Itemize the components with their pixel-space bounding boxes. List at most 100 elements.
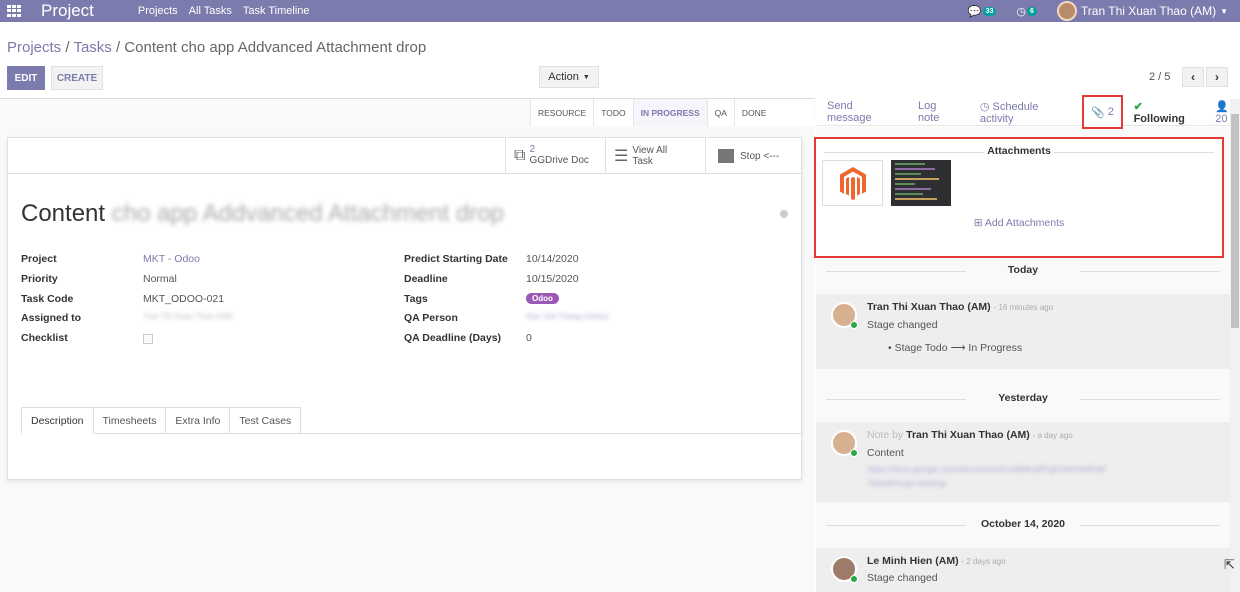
menu-task-timeline[interactable]: Task Timeline (243, 5, 310, 17)
chevron-right-icon: › (1215, 70, 1219, 84)
attachment-count-button[interactable]: 📎 2 (1082, 95, 1123, 129)
tag-badge[interactable]: Odoo (526, 293, 559, 304)
chatter-topbar: Send message Log note ◷ Schedule activit… (816, 99, 1240, 126)
stage-qa[interactable]: QA (706, 99, 734, 126)
attachments-box: Attachments ⊞ Add Attachments (814, 137, 1224, 258)
menu-all-tasks[interactable]: All Tasks (189, 5, 232, 17)
user-avatar[interactable] (1056, 1, 1077, 21)
schedule-activity-button[interactable]: ◷ Schedule activity (980, 100, 1071, 125)
message-link[interactable]: https://docs.google.com/document/d/1a8b9… (867, 464, 1106, 474)
view-all-label: View All (632, 145, 668, 156)
breadcrumb: Projects / Tasks / Content cho app Addva… (7, 39, 426, 56)
field-label-deadline: Deadline (404, 273, 448, 285)
stage-todo[interactable]: TODO (593, 99, 632, 126)
field-value-assigned-to[interactable]: Tran Thi Xuan Thao (AM) (143, 312, 233, 321)
magento-logo-icon (839, 167, 866, 200)
field-label-tags: Tags (404, 293, 428, 305)
message-body: Stage changed (867, 319, 938, 331)
schedule-activity-label: Schedule activity (979, 100, 1039, 125)
date-separator-october-14: October 14, 2020 (816, 518, 1230, 530)
bullet-icon: • (888, 342, 892, 354)
app-name[interactable]: Project (41, 1, 94, 21)
attachment-count: 2 (1107, 106, 1114, 118)
tab-test-cases[interactable]: Test Cases (230, 407, 302, 434)
field-value-project[interactable]: MKT - Odoo (143, 253, 200, 265)
gdrive-count: 2 (529, 144, 535, 155)
field-value-predict-start: 10/14/2020 (526, 253, 579, 265)
author-name[interactable]: Tran Thi Xuan Thao (AM) (867, 301, 991, 313)
scrollbar-thumb[interactable] (1231, 114, 1239, 328)
notebook-tabs: Description Timesheets Extra Info Test C… (21, 407, 803, 434)
user-icon: 👤 (1215, 100, 1229, 113)
attachment-thumbnail-code[interactable] (891, 160, 951, 206)
attachment-thumbnail-magento[interactable] (822, 160, 883, 206)
field-value-deadline: 10/15/2020 (526, 273, 579, 285)
field-label-assigned-to: Assigned to (21, 312, 82, 324)
task-title: Content cho app Addvanced Attachment dro… (21, 200, 504, 228)
stop-icon (718, 149, 734, 163)
copy-icon: ⧉ (514, 147, 526, 164)
user-name[interactable]: Tran Thi Xuan Thao (AM) (1081, 4, 1216, 18)
activities-button[interactable]: ◷ 6 (1016, 5, 1037, 18)
field-label-task-code: Task Code (21, 293, 74, 305)
date-separator-yesterday: Yesterday (816, 392, 1230, 404)
add-attachments-button[interactable]: ⊞ Add Attachments (816, 217, 1222, 229)
date-separator-today: Today (816, 264, 1230, 276)
stage-in-progress[interactable]: IN PROGRESS (632, 99, 707, 126)
breadcrumb-current: Content cho app Addvanced Attachment dro… (124, 39, 427, 56)
chatter-message: Note by Tran Thi Xuan Thao (AM) - a day … (816, 422, 1230, 502)
caret-down-icon: ▼ (582, 73, 590, 81)
note-by-label: Note by (867, 429, 904, 441)
top-navbar: Project Projects All Tasks Task Timeline… (0, 0, 1240, 22)
pager-value[interactable]: 2 / 5 (1149, 71, 1170, 83)
app-menu-icon[interactable] (7, 5, 21, 17)
message-body: Stage changed (867, 572, 938, 584)
author-name[interactable]: Tran Thi Xuan Thao (AM) (906, 429, 1030, 441)
message-date: - 16 minutes ago (993, 303, 1054, 312)
gdrive-doc-button[interactable]: ⧉ 2 GGDrive Doc (505, 138, 605, 174)
clock-icon: ◷ (1016, 5, 1026, 18)
activities-count-badge: 6 (1027, 6, 1037, 16)
message-link-continued[interactable]: 7tk/edit?usp=sharing (867, 478, 946, 488)
checklist-checkbox[interactable] (143, 334, 153, 344)
field-label-project: Project (21, 253, 57, 265)
online-status-icon (850, 321, 858, 329)
chatter-message: Le Minh Hien (AM) - 2 days ago Stage cha… (816, 548, 1230, 592)
create-button[interactable]: CREATE (51, 66, 103, 90)
kanban-state-icon[interactable] (780, 210, 788, 218)
field-label-checklist: Checklist (21, 332, 68, 344)
edit-button[interactable]: EDIT (7, 66, 45, 90)
check-icon: ✔ (1133, 100, 1143, 113)
tab-description[interactable]: Description (21, 407, 94, 434)
menu-projects[interactable]: Projects (138, 5, 178, 17)
message-author: Tran Thi Xuan Thao (AM) - 16 minutes ago (867, 301, 1053, 313)
tab-extra-info[interactable]: Extra Info (166, 407, 231, 434)
stop-label: Stop <--- (740, 150, 780, 162)
breadcrumb-tasks[interactable]: Tasks (73, 39, 111, 56)
field-label-priority: Priority (21, 273, 58, 285)
tab-timesheets[interactable]: Timesheets (93, 407, 167, 434)
plus-square-icon: ⊞ (973, 217, 983, 229)
log-note-button[interactable]: Log note (918, 100, 959, 124)
stage-done[interactable]: DONE (733, 99, 774, 126)
field-value-qa-person[interactable]: Dao Viet Thang (Odoo) (526, 312, 608, 321)
field-value-qa-deadline: 0 (526, 332, 532, 344)
task-title-rest: cho app Addvanced Attachment drop (111, 200, 505, 227)
mouse-cursor-icon: ⇱ (1224, 557, 1235, 572)
smart-button-box: ⧉ 2 GGDrive Doc ☰ View All Task Stop <--… (8, 138, 803, 174)
field-label-predict-start: Predict Starting Date (404, 253, 508, 265)
action-label: Action (548, 71, 579, 83)
user-menu-caret-icon[interactable]: ▼ (1220, 7, 1228, 16)
stop-button[interactable]: Stop <--- (705, 138, 803, 174)
pager-previous-button[interactable]: ‹ (1182, 67, 1204, 87)
view-all-task-button[interactable]: ☰ View All Task (605, 138, 705, 174)
view-all-sub-label: Task (632, 156, 653, 167)
following-button[interactable]: ✔ Following (1134, 100, 1195, 125)
stage-resource[interactable]: RESOURCE (530, 99, 593, 126)
author-name[interactable]: Le Minh Hien (AM) (867, 555, 959, 567)
send-message-button[interactable]: Send message (827, 100, 897, 124)
breadcrumb-projects[interactable]: Projects (7, 39, 61, 56)
action-dropdown[interactable]: Action ▼ (539, 66, 599, 88)
messages-button[interactable]: 💬 33 (968, 5, 997, 18)
pager-next-button[interactable]: › (1206, 67, 1228, 87)
